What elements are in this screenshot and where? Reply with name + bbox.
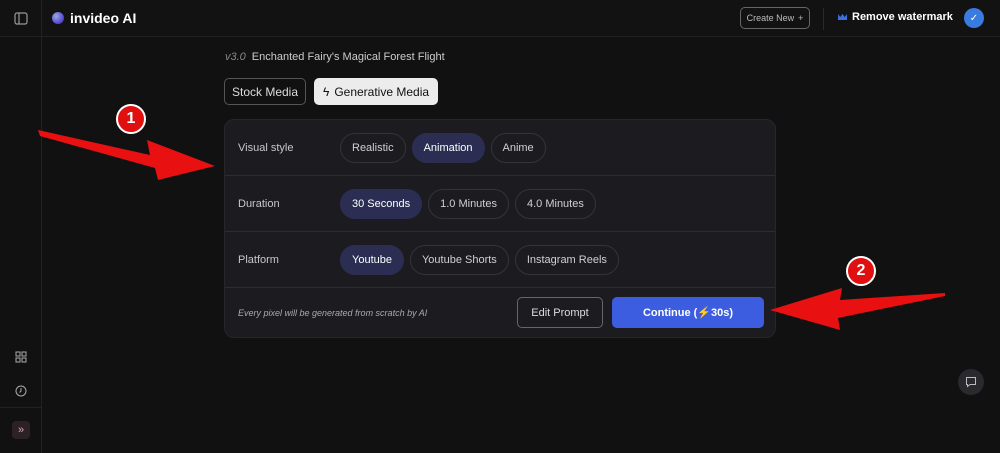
annotation-badge-2: 2 bbox=[846, 256, 876, 286]
annotation-badge-1: 1 bbox=[116, 104, 146, 134]
annotation-arrows bbox=[38, 130, 945, 330]
arrow-2 bbox=[770, 288, 945, 330]
arrow-1 bbox=[38, 130, 215, 180]
